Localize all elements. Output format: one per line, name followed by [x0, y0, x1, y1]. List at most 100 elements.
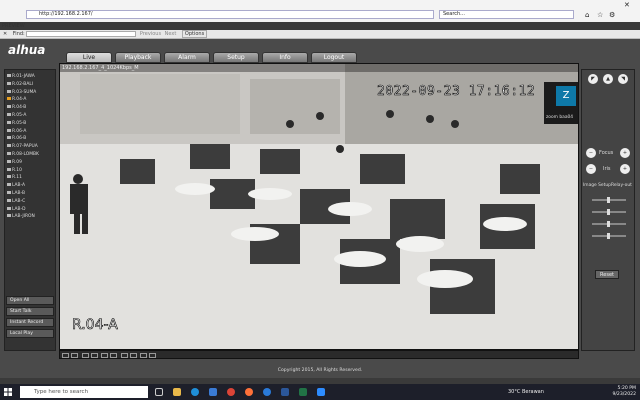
camera-item[interactable]: R.01-JAWA — [5, 73, 55, 81]
camera-item[interactable]: R.10 — [5, 167, 55, 175]
live-video[interactable]: 192.168.2.167_4_1024Kbps_M 2022-09-23 17… — [59, 63, 579, 350]
taskbar: Type here to search 30°C Berawan 5:20 PM… — [0, 384, 640, 400]
classroom-scene — [60, 64, 578, 349]
browser-search-input[interactable]: Search... — [439, 10, 574, 19]
ptz-up-left-icon[interactable]: ◤ — [588, 74, 598, 84]
hue-slider[interactable] — [592, 233, 626, 239]
reset-button[interactable]: Reset — [595, 270, 619, 279]
word-icon[interactable] — [281, 388, 289, 396]
camera-item[interactable]: R.08-LOMBK — [5, 151, 55, 159]
windows-start-icon[interactable] — [4, 388, 12, 396]
camera-item[interactable]: LAB-A — [5, 182, 55, 190]
camera-item[interactable]: R.06-A — [5, 128, 55, 136]
ptz-up-right-icon[interactable]: ◥ — [618, 74, 628, 84]
instant-record-button[interactable]: Instant Record — [6, 318, 54, 327]
dvr-web-app: alhua Live Playback Alarm Setup Info Logout R… — [0, 39, 640, 378]
system-clock[interactable]: 5:20 PM 9/23/2022 — [612, 386, 636, 398]
find-next-button[interactable]: Next — [165, 31, 177, 37]
find-bar: ✕ Find: Previous Next Options — [0, 30, 640, 39]
local-play-button[interactable]: Local Play — [6, 329, 54, 338]
camera-icon — [7, 175, 11, 179]
iris-minus-button[interactable]: − — [586, 164, 596, 174]
video-camera-name: R.04-A — [72, 317, 118, 334]
camera-label: R.10 — [12, 167, 22, 173]
tab-info[interactable]: Info — [262, 52, 308, 63]
brightness-slider[interactable] — [592, 197, 626, 203]
ptz-up-icon[interactable]: ▲ — [603, 74, 613, 84]
camera-item[interactable]: R.09 — [5, 159, 55, 167]
find-options-button[interactable]: Options — [181, 30, 208, 38]
zoom-overlay[interactable]: Z zoom baa04 — [544, 82, 578, 124]
snapshot-icon[interactable] — [110, 353, 118, 358]
find-close-icon[interactable]: ✕ — [3, 31, 7, 37]
camera-item[interactable]: LAB-JIRON — [5, 213, 55, 221]
close-window-icon[interactable]: ✕ — [624, 1, 630, 9]
camera-label: R.08-LOMBK — [12, 151, 39, 157]
camera-label: R.04-B — [12, 105, 27, 111]
iris-plus-button[interactable]: + — [620, 164, 630, 174]
store-icon[interactable] — [209, 388, 217, 396]
camera-label: LAB-D — [12, 206, 26, 212]
taskbar-search-input[interactable]: Type here to search — [20, 386, 148, 398]
chrome-icon[interactable] — [227, 388, 235, 396]
contrast-slider[interactable] — [592, 209, 626, 215]
camera-label: R.04-A — [12, 97, 27, 103]
layout-1-icon[interactable] — [62, 353, 69, 358]
talk-icon[interactable] — [149, 353, 157, 358]
camera-icon — [7, 151, 11, 155]
star-icon[interactable]: ☆ — [597, 11, 603, 19]
layout-4-icon[interactable] — [71, 353, 78, 358]
layout-16-icon[interactable] — [90, 353, 98, 358]
home-icon[interactable]: ⌂ — [585, 11, 589, 19]
relay-out-tab[interactable]: Relay-out — [611, 183, 632, 188]
focus-minus-button[interactable]: − — [586, 148, 596, 158]
focus-plus-button[interactable]: + — [620, 148, 630, 158]
camera-icon — [7, 74, 11, 77]
record-icon[interactable] — [120, 353, 128, 358]
camera-label: R.05-B — [12, 120, 27, 126]
tab-logout[interactable]: Logout — [311, 52, 357, 63]
saturation-slider[interactable] — [592, 221, 626, 227]
address-bar[interactable]: http://192.168.2.167/ — [26, 10, 434, 19]
excel-icon[interactable] — [299, 388, 307, 396]
zoom-icon[interactable] — [129, 353, 137, 358]
camera-icon — [7, 120, 11, 124]
camera-item[interactable]: LAB-C — [5, 198, 55, 206]
camera-item[interactable]: R.04-A — [5, 96, 55, 104]
edge-icon[interactable] — [191, 388, 199, 396]
camera-item[interactable]: R.05-B — [5, 120, 55, 128]
open-all-button[interactable]: Open All — [6, 296, 54, 305]
camera-item[interactable]: R.02-BALI — [5, 81, 55, 89]
camera-item[interactable]: R.06-B — [5, 135, 55, 143]
tab-setup[interactable]: Setup — [213, 52, 259, 63]
start-talk-button[interactable]: Start Talk — [6, 307, 54, 316]
layout-9-icon[interactable] — [81, 353, 89, 358]
camera-item[interactable]: R.11 — [5, 174, 55, 182]
camera-item[interactable]: R.03-SUMA — [5, 89, 55, 97]
zoom-avatar: Z — [556, 86, 576, 106]
tab-playback[interactable]: Playback — [115, 52, 161, 63]
tab-live[interactable]: Live — [66, 52, 112, 63]
zoom-app-icon[interactable] — [317, 388, 325, 396]
image-setup-tab[interactable]: Image Setup — [583, 183, 611, 188]
camera-item[interactable]: LAB-D — [5, 206, 55, 214]
video-title: 192.168.2.167_4_1024Kbps_M — [60, 64, 578, 72]
weather-widget[interactable]: 30°C Berawan — [508, 389, 544, 395]
internet-explorer-icon[interactable] — [263, 388, 271, 396]
camera-icon — [7, 89, 11, 93]
task-view-icon[interactable] — [155, 388, 163, 396]
tab-alarm[interactable]: Alarm — [164, 52, 210, 63]
camera-item[interactable]: R.04-B — [5, 104, 55, 112]
browser-tab[interactable]: PREVIEW — [2, 22, 25, 30]
camera-item[interactable]: R.07-PAPUA — [5, 143, 55, 151]
find-previous-button[interactable]: Previous — [140, 31, 161, 37]
gear-icon[interactable]: ⚙ — [609, 11, 615, 19]
fullscreen-icon[interactable] — [101, 353, 109, 358]
file-explorer-icon[interactable] — [173, 388, 181, 396]
camera-item[interactable]: LAB-B — [5, 190, 55, 198]
camera-item[interactable]: R.05-A — [5, 112, 55, 120]
find-input[interactable] — [26, 30, 137, 37]
browser-toolbar: http://192.168.2.167/ Search... ⌂ ☆ ⚙ ✕ — [0, 0, 640, 22]
audio-icon[interactable] — [140, 353, 148, 358]
firefox-icon[interactable] — [245, 388, 253, 396]
